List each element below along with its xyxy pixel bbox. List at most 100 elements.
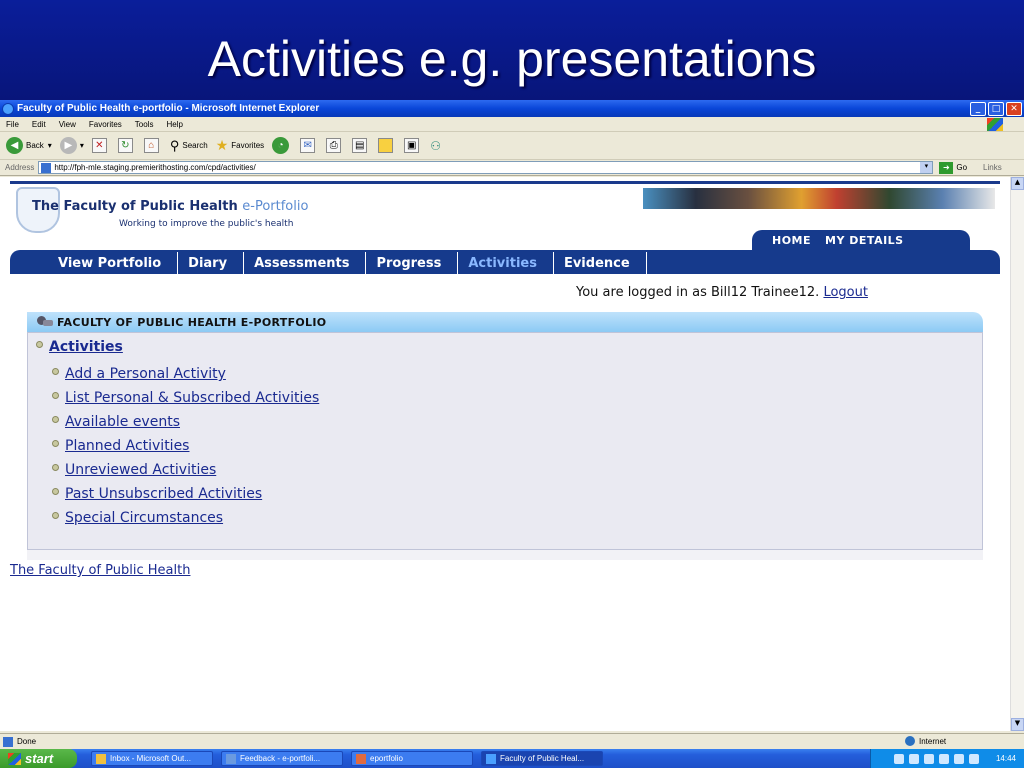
folder-icon xyxy=(378,138,394,153)
login-status: You are logged in as Bill12 Trainee12. L… xyxy=(576,285,868,300)
tray-volume-icon[interactable] xyxy=(908,753,919,764)
print-button[interactable]: ⎙ xyxy=(326,138,344,153)
bullet-icon xyxy=(52,511,59,519)
refresh-icon: ↻ xyxy=(117,138,133,153)
discuss-button[interactable] xyxy=(378,138,396,153)
tray-network-icon[interactable] xyxy=(893,753,904,764)
list-item: List Personal & Subscribed Activities xyxy=(52,386,319,410)
home-link[interactable]: HOME xyxy=(772,234,811,247)
back-dropdown-icon[interactable]: ▾ xyxy=(48,141,52,150)
home-button[interactable]: ⌂ xyxy=(143,138,162,153)
window-titlebar: Faculty of Public Health e-portfolio - M… xyxy=(0,100,1024,117)
site-name[interactable]: The Faculty of Public Health e-Portfolio xyxy=(32,199,308,214)
favorites-button[interactable]: ★ Favorites xyxy=(216,137,264,154)
close-button[interactable]: ✕ xyxy=(1006,101,1022,116)
tray-printer-icon[interactable] xyxy=(923,753,934,764)
messenger-button[interactable]: ⚇ xyxy=(430,139,441,153)
ie-icon xyxy=(486,753,496,764)
address-bar: Address http://fph-mle.staging.premierit… xyxy=(0,160,1024,176)
my-details-link[interactable]: MY DETAILS xyxy=(825,234,904,247)
ie-icon xyxy=(2,102,14,115)
vertical-scrollbar[interactable]: ▲ ▼ xyxy=(1010,177,1024,731)
special-circumstances-link[interactable]: Special Circumstances xyxy=(65,510,223,526)
web-content: The Faculty of Public Health e-Portfolio… xyxy=(0,177,1010,731)
panel-heading: FACULTY OF PUBLIC HEALTH E-PORTFOLIO xyxy=(57,315,327,329)
bullet-icon xyxy=(52,391,59,399)
top-links: HOME MY DETAILS xyxy=(752,230,970,250)
history-button[interactable]: ◔ xyxy=(272,137,292,154)
tray-icons xyxy=(893,753,984,764)
back-button[interactable]: ◀ Back ▾ xyxy=(6,137,52,154)
menu-edit[interactable]: Edit xyxy=(32,120,46,129)
word-doc-icon xyxy=(226,753,236,764)
home-icon: ⌂ xyxy=(143,138,159,153)
activities-root-link[interactable]: Activities xyxy=(49,339,123,355)
go-button[interactable]: ➜ Go xyxy=(939,161,967,174)
print-icon: ⎙ xyxy=(326,138,342,153)
research-icon: ▣ xyxy=(404,138,420,153)
maximize-button[interactable]: □ xyxy=(988,101,1004,116)
address-dropdown-icon[interactable]: ▾ xyxy=(920,162,933,173)
links-button[interactable]: Links xyxy=(983,163,1002,172)
back-arrow-icon: ◀ xyxy=(6,137,23,154)
start-label: start xyxy=(25,751,54,766)
activities-menu-panel: Activities Add a Personal Activity List … xyxy=(27,332,983,550)
search-button[interactable]: ⚲ Search xyxy=(170,138,208,154)
taskbar: start Inbox - Microsoft Out... Feedback … xyxy=(0,749,1024,768)
menu-favorites[interactable]: Favorites xyxy=(89,120,122,129)
forward-button[interactable]: ▶ ▾ xyxy=(59,137,84,154)
window-title: Faculty of Public Health e-portfolio - M… xyxy=(17,103,320,114)
toolbar: ◀ Back ▾ ▶ ▾ ✕ ↻ ⌂ ⚲ Search ★ Favorites … xyxy=(0,132,1024,160)
forward-dropdown-icon[interactable]: ▾ xyxy=(80,141,84,150)
unreviewed-activities-link[interactable]: Unreviewed Activities xyxy=(65,462,216,478)
stop-button[interactable]: ✕ xyxy=(91,138,110,153)
footer-faculty-link[interactable]: The Faculty of Public Health xyxy=(10,563,190,578)
address-label: Address xyxy=(5,163,35,172)
list-item: Past Unsubscribed Activities xyxy=(52,482,319,506)
system-tray: 14:44 xyxy=(870,749,1024,768)
scroll-down-icon[interactable]: ▼ xyxy=(1011,718,1024,731)
task-label: Feedback - e-portfoli... xyxy=(240,754,321,763)
tray-update-icon[interactable] xyxy=(968,753,979,764)
tray-messenger-icon[interactable] xyxy=(953,753,964,764)
planned-activities-link[interactable]: Planned Activities xyxy=(65,438,189,454)
address-input[interactable]: http://fph-mle.staging.premierithosting.… xyxy=(38,161,934,174)
task-feedback[interactable]: Feedback - e-portfoli... xyxy=(221,751,343,766)
outlook-icon xyxy=(96,753,106,764)
search-icon: ⚲ xyxy=(169,137,180,153)
list-item: Special Circumstances xyxy=(52,506,319,530)
login-text: You are logged in as Bill12 Trainee12. xyxy=(576,285,820,300)
list-item: Available events xyxy=(52,410,319,434)
research-button[interactable]: ▣ xyxy=(404,138,422,153)
task-outlook[interactable]: Inbox - Microsoft Out... xyxy=(91,751,213,766)
user-tools-icon xyxy=(37,316,53,328)
logout-link[interactable]: Logout xyxy=(823,285,868,300)
menu-tools[interactable]: Tools xyxy=(135,120,154,129)
tray-security-icon[interactable] xyxy=(938,753,949,764)
start-button[interactable]: start xyxy=(0,749,77,768)
list-item: Add a Personal Activity xyxy=(52,362,319,386)
add-personal-activity-link[interactable]: Add a Personal Activity xyxy=(65,366,226,382)
status-text: Done xyxy=(17,737,37,746)
site-name-main: The Faculty of Public Health xyxy=(32,199,238,214)
scroll-up-icon[interactable]: ▲ xyxy=(1011,177,1024,190)
past-unsubscribed-activities-link[interactable]: Past Unsubscribed Activities xyxy=(65,486,262,502)
task-faculty-ie[interactable]: Faculty of Public Heal... xyxy=(481,751,603,766)
list-activities-link[interactable]: List Personal & Subscribed Activities xyxy=(65,390,319,406)
edit-button[interactable]: ▤ xyxy=(352,138,370,153)
menu-help[interactable]: Help xyxy=(166,120,182,129)
mail-button[interactable]: ✉ xyxy=(300,138,318,153)
page-icon xyxy=(41,162,52,173)
menu-file[interactable]: File xyxy=(6,120,19,129)
page-status-icon xyxy=(3,736,13,747)
list-item: Planned Activities xyxy=(52,434,319,458)
menu-view[interactable]: View xyxy=(59,120,76,129)
minimize-button[interactable]: _ xyxy=(970,101,986,116)
task-label: Faculty of Public Heal... xyxy=(500,754,585,763)
clock[interactable]: 14:44 xyxy=(996,754,1016,763)
task-eportfolio[interactable]: eportfolio xyxy=(351,751,473,766)
refresh-button[interactable]: ↻ xyxy=(117,138,136,153)
available-events-link[interactable]: Available events xyxy=(65,414,180,430)
search-label: Search xyxy=(182,141,208,150)
favorites-label: Favorites xyxy=(231,141,265,150)
